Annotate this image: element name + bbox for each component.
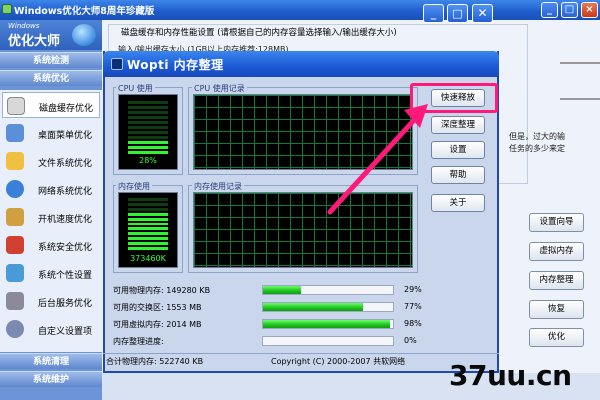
arrow-shaft [327,115,419,215]
annotation-arrow [327,104,428,215]
site-watermark: 37uu.cn [449,359,572,392]
